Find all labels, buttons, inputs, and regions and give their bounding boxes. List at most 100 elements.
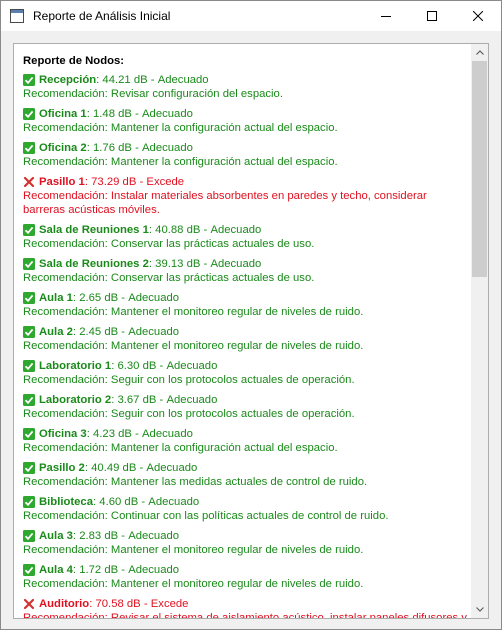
chevron-up-icon bbox=[475, 50, 484, 55]
node-separator: - bbox=[131, 428, 142, 440]
check-mark-icon bbox=[23, 292, 35, 304]
node-recommendation: Recomendación: Mantener el monitoreo reg… bbox=[23, 305, 471, 319]
node-separator: - bbox=[118, 292, 129, 304]
node-level-value: 4.60 dB bbox=[99, 496, 139, 508]
recommendation-label: Recomendación: bbox=[23, 122, 111, 134]
node-separator: - bbox=[131, 108, 142, 120]
recommendation-label: Recomendación: bbox=[23, 544, 111, 556]
recommendation-text: Mantener la configuración actual del esp… bbox=[110, 122, 338, 134]
node-status: Adecuado bbox=[142, 108, 193, 120]
minimize-icon bbox=[381, 16, 391, 17]
node-separator: - bbox=[118, 326, 129, 338]
node-status: Adecuado bbox=[142, 428, 193, 440]
scroll-down-button[interactable] bbox=[471, 601, 488, 618]
node-level-value: 4.23 dB bbox=[93, 428, 132, 440]
node-separator: - bbox=[136, 462, 147, 474]
recommendation-label: Recomendación: bbox=[23, 612, 111, 618]
node-status: Adecuado bbox=[210, 258, 262, 270]
node-name: Aula 2 bbox=[39, 326, 73, 338]
recommendation-label: Recomendación: bbox=[23, 442, 111, 454]
check-mark-icon bbox=[23, 224, 35, 236]
node-entry: Recepción: 44.21 dB - Adecuado Recomendac… bbox=[23, 73, 471, 101]
node-result-line: Aula 3: 2.83 dB - Adecuado bbox=[23, 529, 471, 543]
vertical-scrollbar[interactable] bbox=[471, 44, 488, 618]
node-name: Aula 4 bbox=[39, 564, 73, 576]
node-name: Aula 1 bbox=[39, 292, 73, 304]
node-result-line: Pasillo 1: 73.29 dB - Excede bbox=[23, 175, 471, 189]
node-status: Adecuado bbox=[128, 326, 180, 338]
minimize-button[interactable] bbox=[363, 1, 409, 31]
node-name: Pasillo 1 bbox=[39, 176, 85, 188]
check-mark-icon bbox=[23, 74, 35, 86]
node-recommendation: Recomendación: Revisar el sistema de ais… bbox=[23, 611, 471, 618]
maximize-button[interactable] bbox=[409, 1, 455, 31]
node-name: Laboratorio 1 bbox=[39, 360, 112, 372]
node-entry: Pasillo 2: 40.49 dB - Adecuado Recomendac… bbox=[23, 461, 471, 489]
node-name: Laboratorio 2 bbox=[39, 394, 112, 406]
report-heading: Reporte de Nodos: bbox=[23, 55, 125, 67]
check-mark-icon bbox=[23, 496, 35, 508]
recommendation-label: Recomendación: bbox=[23, 190, 111, 202]
node-entry: Oficina 2: 1.76 dB - Adecuado Recomendaci… bbox=[23, 141, 471, 169]
report-text-box[interactable]: Reporte de Nodos: Recepción: 44.21 dB - … bbox=[13, 43, 489, 619]
cross-mark-icon bbox=[23, 598, 35, 610]
node-result-line: Recepción: 44.21 dB - Adecuado bbox=[23, 73, 471, 87]
report-text-area[interactable]: Reporte de Nodos: Recepción: 44.21 dB - … bbox=[14, 44, 471, 618]
node-name: Sala de Reuniones 2 bbox=[39, 258, 149, 270]
node-entry: Aula 3: 2.83 dB - Adecuado Recomendación:… bbox=[23, 529, 471, 557]
node-entry: Laboratorio 1: 6.30 dB - Adecuado Recomen… bbox=[23, 359, 471, 387]
recommendation-label: Recomendación: bbox=[23, 476, 111, 488]
node-entry: Auditorio: 70.58 dB - Excede Recomendació… bbox=[23, 597, 471, 618]
node-name: Pasillo 2 bbox=[39, 462, 85, 474]
node-result-line: Oficina 1: 1.48 dB - Adecuado bbox=[23, 107, 471, 121]
recommendation-text: Mantener la configuración actual del esp… bbox=[110, 156, 338, 168]
recommendation-text: Mantener el monitoreo regular de niveles… bbox=[110, 544, 364, 556]
recommendation-label: Recomendación: bbox=[23, 272, 111, 284]
node-status: Adecuado bbox=[128, 564, 180, 576]
node-level-value: 44.21 dB bbox=[102, 74, 148, 86]
recommendation-text: Seguir con los protocolos actuales de op… bbox=[110, 374, 355, 386]
node-level-value: 40.88 dB bbox=[155, 224, 201, 236]
recommendation-text: Revisar el sistema de aislamiento acústi… bbox=[110, 612, 467, 618]
node-status: Excede bbox=[150, 598, 189, 610]
node-name: Oficina 1 bbox=[39, 108, 87, 120]
node-recommendation: Recomendación: Mantener las medidas actu… bbox=[23, 475, 471, 489]
node-recommendation: Recomendación: Mantener la configuración… bbox=[23, 441, 471, 455]
node-recommendation: Recomendación: Mantener el monitoreo reg… bbox=[23, 339, 471, 353]
node-recommendation: Recomendación: Conservar las prácticas a… bbox=[23, 271, 471, 285]
node-status: Adecuado bbox=[128, 530, 180, 542]
node-separator: - bbox=[131, 142, 142, 154]
node-result-line: Aula 2: 2.45 dB - Adecuado bbox=[23, 325, 471, 339]
recommendation-label: Recomendación: bbox=[23, 238, 111, 250]
node-separator: - bbox=[138, 496, 149, 508]
recommendation-text: Mantener el monitoreo regular de niveles… bbox=[110, 340, 364, 352]
node-level-value: 1.48 dB bbox=[93, 108, 132, 120]
node-result-line: Sala de Reuniones 1: 40.88 dB - Adecuado bbox=[23, 223, 471, 237]
check-mark-icon bbox=[23, 462, 35, 474]
node-name: Sala de Reuniones 1 bbox=[39, 224, 149, 236]
check-mark-icon bbox=[23, 564, 35, 576]
close-button[interactable] bbox=[455, 1, 501, 31]
window-app-icon bbox=[10, 9, 24, 23]
recommendation-text: Mantener las medidas actuales de control… bbox=[110, 476, 368, 488]
node-level-value: 39.13 dB bbox=[155, 258, 201, 270]
node-recommendation: Recomendación: Mantener la configuración… bbox=[23, 155, 471, 169]
scroll-thumb[interactable] bbox=[472, 61, 487, 277]
recommendation-text: Conservar las prácticas actuales de uso. bbox=[110, 238, 315, 250]
node-entry: Sala de Reuniones 1: 40.88 dB - Adecuado… bbox=[23, 223, 471, 251]
title-bar[interactable]: Reporte de Análisis Inicial bbox=[1, 1, 501, 31]
scroll-up-button[interactable] bbox=[471, 44, 488, 61]
cross-mark-icon bbox=[23, 176, 35, 188]
node-status: Adecuado bbox=[166, 394, 218, 406]
recommendation-label: Recomendación: bbox=[23, 340, 111, 352]
node-recommendation: Recomendación: Conservar las prácticas a… bbox=[23, 237, 471, 251]
node-name: Oficina 3 bbox=[39, 428, 87, 440]
node-separator: - bbox=[136, 176, 147, 188]
recommendation-label: Recomendación: bbox=[23, 510, 111, 522]
node-result-line: Aula 1: 2.65 dB - Adecuado bbox=[23, 291, 471, 305]
node-result-line: Oficina 2: 1.76 dB - Adecuado bbox=[23, 141, 471, 155]
node-result-line: Biblioteca: 4.60 dB - Adecuado bbox=[23, 495, 471, 509]
node-result-line: Laboratorio 2: 3.67 dB - Adecuado bbox=[23, 393, 471, 407]
node-level-value: 73.29 dB bbox=[91, 176, 137, 188]
node-name: Biblioteca bbox=[39, 496, 93, 508]
